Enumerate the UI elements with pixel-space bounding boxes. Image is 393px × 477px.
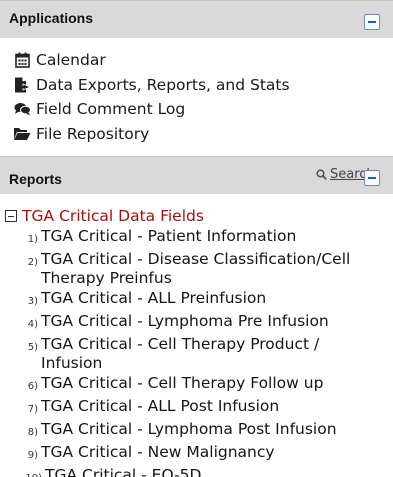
report-number: 6) [27, 381, 38, 392]
report-link[interactable]: TGA Critical - Lymphoma Post Infusion [41, 420, 381, 439]
report-item[interactable]: 3) TGA Critical - ALL Preinfusion [22, 289, 393, 311]
report-number: 9) [27, 450, 38, 461]
report-number: 5) [27, 342, 38, 353]
reports-panel: Reports Search TGA Critical Data Fields … [0, 156, 393, 477]
app-item-calendar[interactable]: Calendar [12, 48, 393, 73]
app-item-label: File Repository [36, 124, 150, 143]
report-item[interactable]: 4) TGA Critical - Lymphoma Pre Infusion [22, 312, 393, 334]
report-link[interactable]: TGA Critical - Lymphoma Pre Infusion [41, 312, 381, 331]
app-item-data-exports[interactable]: Data Exports, Reports, and Stats [12, 73, 393, 98]
reports-header: Reports Search [0, 156, 393, 194]
report-folder[interactable]: TGA Critical Data Fields [4, 206, 393, 226]
report-item[interactable]: 2) TGA Critical - Disease Classification… [22, 250, 393, 288]
report-item[interactable]: 5) TGA Critical - Cell Therapy Product /… [22, 335, 393, 373]
applications-header: Applications [0, 0, 393, 38]
report-number: 10) [22, 466, 42, 477]
report-link[interactable]: TGA Critical - Patient Information [41, 227, 381, 246]
report-number: 3) [27, 296, 38, 307]
report-item[interactable]: 8) TGA Critical - Lymphoma Post Infusion [22, 420, 393, 442]
report-link[interactable]: TGA Critical - ALL Post Infusion [41, 397, 381, 416]
report-number: 2) [27, 257, 38, 268]
report-link[interactable]: TGA Critical - Disease Classification/Ce… [41, 250, 381, 288]
report-number: 1) [27, 234, 38, 245]
collapse-folder-icon[interactable] [5, 210, 17, 222]
app-item-file-repository[interactable]: File Repository [12, 122, 393, 147]
calendar-icon [12, 51, 32, 69]
report-link[interactable]: TGA Critical - New Malignancy [41, 443, 381, 462]
app-item-label: Field Comment Log [36, 100, 186, 119]
applications-list: Calendar Data Exports, Reports, and Stat… [0, 38, 393, 152]
report-link[interactable]: TGA Critical - ALL Preinfusion [41, 289, 381, 308]
collapse-applications-button[interactable] [364, 14, 380, 30]
reports-tree: TGA Critical Data Fields 1) TGA Critical… [0, 194, 393, 477]
report-number: 7) [27, 404, 38, 415]
applications-title: Applications [9, 10, 94, 26]
reports-title: Reports [9, 171, 62, 187]
folder-open-icon [12, 125, 32, 143]
report-link[interactable]: TGA Critical - EQ-5D [45, 466, 385, 477]
collapse-reports-button[interactable] [364, 170, 380, 186]
report-item[interactable]: 6) TGA Critical - Cell Therapy Follow up [22, 374, 393, 396]
report-folder-label: TGA Critical Data Fields [22, 207, 204, 225]
app-item-label: Data Exports, Reports, and Stats [36, 75, 290, 94]
comments-icon [12, 100, 32, 118]
report-link[interactable]: TGA Critical - Cell Therapy Product / In… [41, 335, 381, 373]
report-list: 1) TGA Critical - Patient Information 2)… [4, 226, 393, 477]
search-icon [316, 169, 327, 180]
app-item-field-comment-log[interactable]: Field Comment Log [12, 97, 393, 122]
report-link[interactable]: TGA Critical - Cell Therapy Follow up [41, 374, 381, 393]
report-item[interactable]: 7) TGA Critical - ALL Post Infusion [22, 397, 393, 419]
report-number: 4) [27, 319, 38, 330]
applications-panel: Applications Calendar Data Exports, Repo… [0, 0, 393, 152]
report-item[interactable]: 1) TGA Critical - Patient Information [22, 227, 393, 249]
report-item[interactable]: 10) TGA Critical - EQ-5D [22, 466, 393, 477]
app-item-label: Calendar [36, 51, 106, 70]
report-number: 8) [27, 427, 38, 438]
report-item[interactable]: 9) TGA Critical - New Malignancy [22, 443, 393, 465]
export-file-icon [12, 76, 32, 94]
